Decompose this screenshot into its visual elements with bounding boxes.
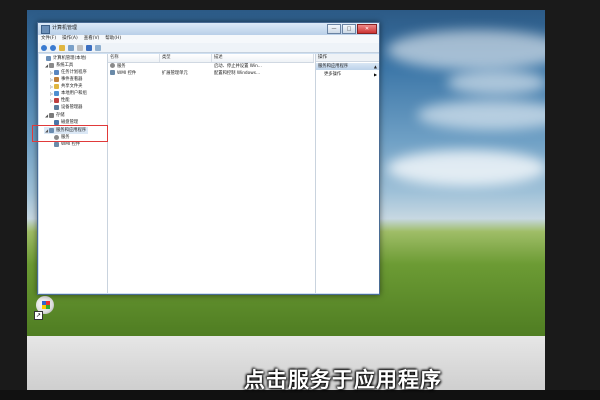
row-name: 服务 bbox=[108, 63, 160, 70]
more-actions-item[interactable]: 更多操作 bbox=[324, 71, 341, 78]
menu-bar: 文件(F) 操作(A) 查看(V) 帮助(H) bbox=[38, 35, 379, 43]
row-description: 启动、停止并设置 Win... bbox=[214, 64, 262, 69]
tree-item-root[interactable]: 计算机管理(本地) bbox=[41, 55, 86, 62]
row-name: WMI 控件 bbox=[108, 70, 160, 77]
tree-item-event-viewer[interactable]: ▷ 事件查看器 bbox=[49, 76, 82, 83]
tree-item-device-manager[interactable]: 设备管理器 bbox=[54, 104, 82, 111]
close-button[interactable]: ✕ bbox=[357, 24, 377, 34]
navigation-tree: 计算机管理(本地) ◢ 系统工具 ▷ 任务计划程序 ▷ 事件查看器 ▷ 共享文件… bbox=[39, 54, 108, 293]
recycle-bin-icon[interactable]: ↗ bbox=[34, 296, 56, 320]
content-list: 名称 类型 描述 服务 启动、停止并设置 Win... WMI 控件 扩展管理单… bbox=[108, 54, 314, 293]
row-description: 配置和控制 Windows... bbox=[214, 71, 261, 76]
menu-help[interactable]: 帮助(H) bbox=[105, 35, 121, 43]
window-titlebar[interactable]: 计算机管理 — □ ✕ bbox=[38, 23, 379, 35]
column-description[interactable]: 描述 bbox=[212, 54, 314, 62]
collapse-icon: ▲ bbox=[373, 64, 377, 69]
column-type[interactable]: 类型 bbox=[160, 54, 212, 62]
maximize-button[interactable]: □ bbox=[342, 24, 356, 34]
instruction-caption: 点击服务于应用程序 bbox=[244, 368, 442, 392]
app-icon bbox=[41, 25, 50, 34]
tree-item-performance[interactable]: ▷ 性能 bbox=[49, 97, 70, 104]
storage-icon bbox=[49, 113, 54, 118]
wmi-icon bbox=[110, 70, 115, 75]
submenu-arrow-icon: ▶ bbox=[374, 72, 378, 77]
window-body: 计算机管理(本地) ◢ 系统工具 ▷ 任务计划程序 ▷ 事件查看器 ▷ 共享文件… bbox=[39, 54, 379, 293]
list-header: 名称 类型 描述 bbox=[108, 54, 314, 63]
actions-pane: 操作 服务和应用程序 ▲ 更多操作 ▶ bbox=[315, 54, 379, 293]
computer-management-window: 计算机管理 — □ ✕ 文件(F) 操作(A) 查看(V) 帮助(H) 计算机管… bbox=[37, 22, 380, 295]
highlight-box bbox=[32, 125, 108, 142]
up-folder-icon[interactable] bbox=[59, 44, 65, 51]
menu-action[interactable]: 操作(A) bbox=[62, 35, 78, 43]
minimize-button[interactable]: — bbox=[327, 24, 341, 34]
tree-item-wmi-control[interactable]: WMI 控件 bbox=[54, 141, 80, 148]
computer-icon bbox=[46, 56, 51, 61]
row-type: 扩展管理单元 bbox=[162, 71, 188, 76]
actions-section[interactable]: 服务和应用程序 ▲ bbox=[316, 63, 379, 70]
toolbar bbox=[38, 43, 379, 53]
wmi-icon bbox=[54, 142, 59, 147]
forward-icon[interactable] bbox=[50, 44, 56, 51]
performance-icon bbox=[54, 98, 59, 103]
back-icon[interactable] bbox=[41, 44, 47, 51]
menu-file[interactable]: 文件(F) bbox=[41, 35, 56, 43]
tools-icon bbox=[49, 63, 54, 68]
folder-icon bbox=[54, 84, 59, 89]
menu-view[interactable]: 查看(V) bbox=[84, 35, 100, 43]
properties-icon[interactable] bbox=[77, 44, 83, 51]
clock-icon bbox=[54, 70, 59, 75]
tree-item-storage[interactable]: ◢ 存储 bbox=[44, 112, 65, 119]
column-name[interactable]: 名称 bbox=[108, 54, 160, 62]
tree-item-system-tools[interactable]: ◢ 系统工具 bbox=[44, 62, 73, 69]
help-icon[interactable] bbox=[86, 44, 92, 51]
users-icon bbox=[54, 91, 59, 96]
actions-title: 操作 bbox=[316, 54, 379, 62]
tree-item-shared-folders[interactable]: ▷ 共享文件夹 bbox=[49, 83, 82, 90]
device-icon bbox=[54, 105, 59, 110]
tree-item-local-users[interactable]: ▷ 本地用户和组 bbox=[49, 90, 87, 97]
show-tree-icon[interactable] bbox=[68, 44, 74, 51]
log-icon bbox=[54, 77, 59, 82]
gear-icon bbox=[110, 63, 115, 68]
window-title: 计算机管理 bbox=[52, 25, 78, 31]
tree-item-task-scheduler[interactable]: ▷ 任务计划程序 bbox=[49, 69, 87, 76]
view-icon[interactable] bbox=[95, 44, 101, 51]
